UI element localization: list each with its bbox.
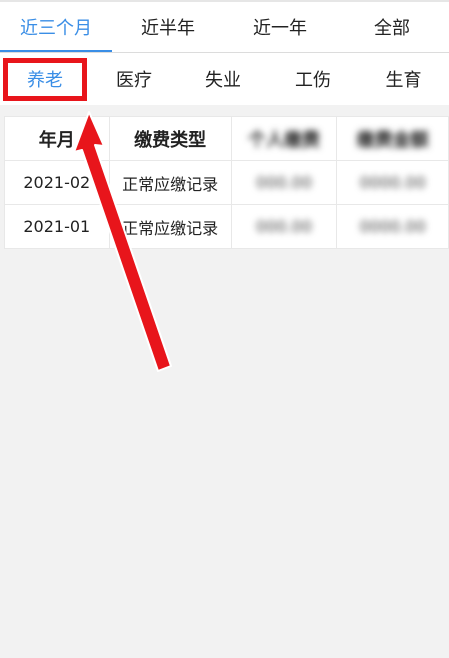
tab-all[interactable]: 全部: [336, 2, 448, 52]
cell-payment-amount: 0000.00: [336, 160, 449, 205]
tab-unemployment[interactable]: 失业: [178, 53, 268, 105]
cell-payment-type: 正常应缴记录: [108, 204, 232, 249]
header-personal-payment: 个人缴费: [230, 116, 338, 161]
cell-year-month: 2021-02: [4, 160, 110, 205]
annotation-highlight-box: [3, 58, 87, 101]
cell-personal-payment: 000.00: [230, 204, 338, 249]
cell-payment-amount: 0000.00: [336, 204, 449, 249]
header-payment-amount: 缴费金额: [336, 116, 449, 161]
cell-year-month: 2021-01: [4, 204, 110, 249]
tab-medical[interactable]: 医疗: [90, 53, 178, 105]
table-row[interactable]: 2021-02 正常应缴记录 000.00 0000.00: [4, 160, 449, 205]
tab-last-half-year[interactable]: 近半年: [112, 2, 224, 52]
tab-work-injury[interactable]: 工伤: [268, 53, 358, 105]
payment-records-table: 年月 缴费类型 个人缴费 缴费金额 2021-02 正常应缴记录 000.00 …: [4, 116, 449, 249]
table-row[interactable]: 2021-01 正常应缴记录 000.00 0000.00: [4, 204, 449, 249]
cell-personal-payment: 000.00: [230, 160, 338, 205]
tab-last-three-months[interactable]: 近三个月: [0, 2, 112, 52]
section-spacer: [0, 105, 449, 115]
tab-maternity[interactable]: 生育: [358, 53, 449, 105]
header-payment-type: 缴费类型: [108, 116, 232, 161]
cell-payment-type: 正常应缴记录: [108, 160, 232, 205]
period-tab-bar: 近三个月 近半年 近一年 全部: [0, 0, 449, 52]
table-header-row: 年月 缴费类型 个人缴费 缴费金额: [4, 116, 449, 161]
header-year-month: 年月: [4, 116, 110, 161]
tab-last-year[interactable]: 近一年: [224, 2, 336, 52]
